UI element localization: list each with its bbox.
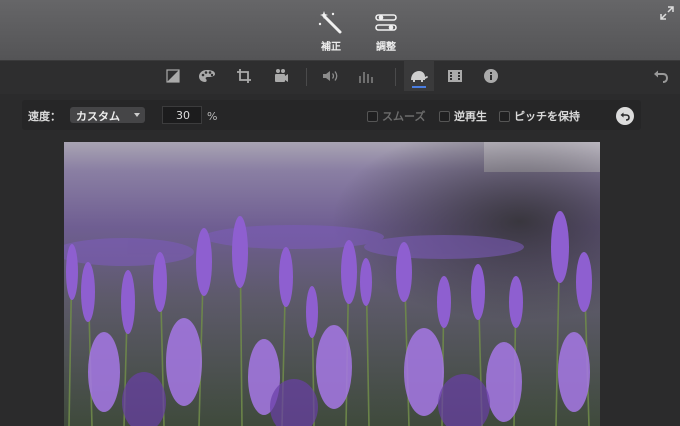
- color-balance-icon: [166, 69, 180, 83]
- palette-icon: [199, 70, 215, 82]
- speed-select[interactable]: カスタム: [70, 107, 145, 123]
- smooth-label: スムーズ: [382, 110, 426, 123]
- adjust-toolbar: [0, 61, 680, 94]
- equalizer-tool[interactable]: [354, 61, 380, 91]
- speed-percent-field[interactable]: 30: [162, 106, 202, 124]
- speed-percent-value: 30: [176, 109, 190, 122]
- reset-all-button[interactable]: [648, 61, 674, 91]
- speed-select-value: カスタム: [76, 110, 120, 123]
- preserve-pitch-checkbox[interactable]: [499, 111, 510, 122]
- speed-panel: 速度： カスタム 30 % スムーズ 逆再生 ピッチを保持: [22, 100, 641, 130]
- preserve-pitch-label: ピッチを保持: [514, 110, 580, 123]
- magic-wand-icon: [318, 11, 342, 34]
- info-icon: [484, 69, 498, 83]
- equalizer-icon: [359, 72, 373, 83]
- speed-label: 速度：: [28, 110, 61, 123]
- crop-icon: [237, 69, 251, 83]
- film-icon: [448, 70, 462, 82]
- speed-reset-button[interactable]: [616, 107, 634, 125]
- enhance-button[interactable]: 補正: [311, 10, 351, 56]
- undo-icon: [654, 70, 669, 83]
- camera-icon: [275, 69, 288, 82]
- toolbar-divider: [306, 68, 307, 86]
- undo-icon: [620, 112, 630, 121]
- expand-icon[interactable]: [660, 6, 674, 20]
- lavender-field-image: [64, 142, 600, 426]
- chevron-down-icon: [134, 113, 140, 117]
- color-correction-tool[interactable]: [194, 61, 220, 91]
- color-balance-tool[interactable]: [160, 61, 186, 91]
- top-bar: 補正 調整: [0, 0, 680, 61]
- percent-unit: %: [207, 110, 218, 123]
- enhance-label: 補正: [321, 42, 341, 53]
- adjust-label: 調整: [376, 42, 396, 53]
- adjust-button[interactable]: 調整: [366, 10, 406, 56]
- sliders-icon: [375, 14, 397, 31]
- stabilization-tool[interactable]: [268, 61, 294, 91]
- info-tool[interactable]: [478, 61, 504, 91]
- video-preview: [64, 142, 600, 426]
- crop-tool[interactable]: [231, 61, 257, 91]
- reverse-label: 逆再生: [454, 110, 487, 123]
- clip-filter-tool[interactable]: [442, 61, 468, 91]
- toolbar-divider: [395, 68, 396, 86]
- reverse-checkbox[interactable]: [439, 111, 450, 122]
- smooth-checkbox[interactable]: [367, 111, 378, 122]
- volume-icon: [323, 71, 338, 81]
- speed-icon: [411, 71, 428, 82]
- speed-tool[interactable]: [404, 61, 434, 91]
- volume-tool[interactable]: [318, 61, 344, 91]
- active-tool-indicator: [412, 86, 426, 88]
